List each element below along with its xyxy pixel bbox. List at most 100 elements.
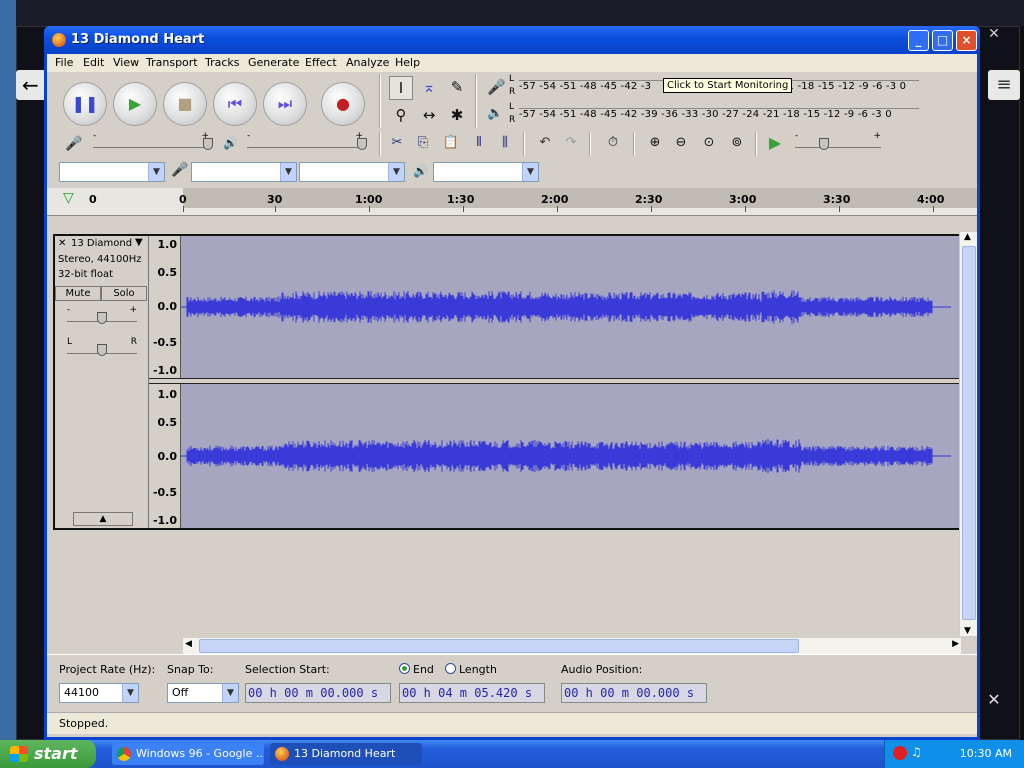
network-icon[interactable]: ♫	[911, 745, 922, 759]
skip-start-button[interactable]: ⏮	[213, 82, 257, 126]
background-close-icon-2[interactable]: ✕	[982, 690, 1006, 709]
record-icon: ●	[336, 94, 350, 113]
selection-start-field[interactable]: 00 h 00 m 00.000 s	[245, 683, 391, 703]
background-menu-icon[interactable]: ≡	[988, 70, 1020, 100]
collapse-track-button[interactable]: ▲	[73, 512, 133, 526]
close-button[interactable]: ×	[956, 30, 977, 51]
menu-help[interactable]: Help	[395, 56, 420, 69]
horizontal-scrollbar[interactable]: ◀ ▶	[183, 638, 961, 654]
input-volume-slider[interactable]: - +	[93, 131, 213, 150]
mute-button[interactable]: Mute	[55, 286, 101, 301]
cut-button[interactable]: ✂	[385, 132, 409, 154]
project-rate-select[interactable]: 44100 ▼	[59, 683, 139, 703]
slider-thumb[interactable]	[819, 138, 829, 150]
waveform-envelope	[186, 438, 933, 474]
redo-button[interactable]: ↷	[559, 132, 583, 154]
stop-button[interactable]: ■	[163, 82, 207, 126]
zoom-out-button[interactable]: ⊖	[669, 132, 693, 154]
paste-button[interactable]: 📋	[439, 132, 463, 154]
play-at-speed-button[interactable]: ▶	[763, 132, 787, 154]
track-name-menu[interactable]: 13 Diamond	[71, 238, 132, 249]
background-close-icon[interactable]: ✕	[982, 26, 1006, 44]
menu-edit[interactable]: Edit	[83, 56, 104, 69]
menu-tracks[interactable]: Tracks	[205, 56, 240, 69]
end-radio[interactable]: End	[399, 663, 434, 676]
output-volume-slider[interactable]: - +	[247, 131, 367, 150]
length-label: Length	[459, 663, 497, 676]
fit-selection-button[interactable]: ⊙	[697, 132, 721, 154]
track-gain-slider[interactable]: - +	[67, 305, 137, 324]
start-button[interactable]: start	[0, 740, 96, 768]
timeshift-tool[interactable]: ↔	[417, 104, 441, 128]
security-icon[interactable]	[893, 746, 907, 760]
maximize-button[interactable]: □	[932, 30, 953, 51]
snap-to-value: Off	[172, 686, 189, 699]
fit-project-button[interactable]: ⊚	[725, 132, 749, 154]
host-select[interactable]: ▼	[59, 162, 165, 182]
recording-channels-select[interactable]: ▼	[299, 162, 405, 182]
minimize-button[interactable]: _	[908, 30, 929, 51]
copy-button[interactable]: ⎘	[411, 132, 435, 154]
scroll-left-icon[interactable]: ◀	[185, 639, 192, 649]
record-button[interactable]: ●	[321, 82, 365, 126]
slider-thumb[interactable]	[203, 138, 213, 150]
zoom-tool[interactable]: ⚲	[389, 104, 413, 128]
trim-button[interactable]: ⫴	[467, 132, 491, 154]
waveform-right-channel[interactable]	[181, 384, 959, 528]
undo-button[interactable]: ↶	[533, 132, 557, 154]
playback-device-select[interactable]: ▼	[433, 162, 539, 182]
scroll-right-icon[interactable]: ▶	[952, 639, 959, 649]
vertical-scroll-thumb[interactable]	[962, 246, 976, 620]
slider-thumb[interactable]	[97, 344, 107, 356]
slider-thumb[interactable]	[97, 312, 107, 324]
background-back-button[interactable]: ←	[16, 70, 46, 100]
timeline-left-label: 0	[89, 193, 97, 206]
horizontal-scroll-thumb[interactable]	[199, 639, 799, 653]
track-menu-chevron-icon[interactable]: ▼	[135, 237, 143, 248]
multi-tool[interactable]: ✱	[445, 104, 469, 128]
selection-tool[interactable]: I	[389, 76, 413, 100]
track-close-icon[interactable]: ✕	[58, 238, 66, 249]
playback-meter[interactable]: 🔈 L R -57 -54 -51 -48 -45 -42 -39 -36 -3…	[487, 102, 927, 128]
taskbar-item-audacity[interactable]: 13 Diamond Heart	[270, 743, 422, 765]
copy-icon: ⎘	[417, 135, 429, 150]
selection-end-field[interactable]: 00 h 04 m 05.420 s	[399, 683, 545, 703]
slider-thumb[interactable]	[357, 138, 367, 150]
title-bar[interactable]: 13 Diamond Heart _ □ ×	[44, 26, 980, 54]
scroll-down-icon[interactable]: ▼	[964, 626, 971, 636]
scroll-up-icon[interactable]: ▲	[964, 232, 971, 242]
timeline-ruler[interactable]: ▽ 0 0 30 1:00 1:30 2:00 2:30 3:00 3:30 4…	[47, 188, 977, 216]
timeline-tick: 3:00	[729, 193, 757, 206]
zoom-in-button[interactable]: ⊕	[643, 132, 667, 154]
recording-device-select[interactable]: ▼	[191, 162, 297, 182]
play-button[interactable]: ▶	[113, 82, 157, 126]
pause-button[interactable]: ❚❚	[63, 82, 107, 126]
meter-l-label: L	[509, 102, 515, 112]
silence-button[interactable]: ⫼	[493, 132, 517, 154]
menu-file[interactable]: File	[55, 56, 73, 69]
pan-right-label: R	[130, 337, 137, 347]
length-radio[interactable]: Length	[445, 663, 497, 676]
vertical-scrollbar[interactable]: ▲ ▼	[959, 232, 977, 636]
sync-lock-button[interactable]: ⏱	[601, 132, 625, 154]
track-panel: ✕ 13 Diamond ▼ Stereo, 44100Hz 32-bit fl…	[53, 234, 961, 530]
taskbar-item-chrome[interactable]: Windows 96 - Google ...	[112, 743, 264, 765]
menu-transport[interactable]: Transport	[146, 56, 198, 69]
record-device-mic-icon: 🎤	[171, 162, 189, 178]
envelope-tool[interactable]: ⌅	[417, 76, 441, 100]
waveform-right-svg	[181, 438, 951, 474]
windows-logo-icon	[10, 746, 28, 762]
snap-to-select[interactable]: Off ▼	[167, 683, 239, 703]
track-pan-slider[interactable]: L R	[67, 337, 137, 356]
playhead-triangle-icon[interactable]: ▽	[63, 190, 83, 206]
play-speed-slider[interactable]: - +	[795, 131, 881, 150]
menu-generate[interactable]: Generate	[248, 56, 299, 69]
skip-end-button[interactable]: ⏭	[263, 82, 307, 126]
menu-analyze[interactable]: Analyze	[346, 56, 389, 69]
audio-position-field[interactable]: 00 h 00 m 00.000 s	[561, 683, 707, 703]
menu-effect[interactable]: Effect	[305, 56, 337, 69]
waveform-left-channel[interactable]	[181, 236, 959, 378]
solo-button[interactable]: Solo	[101, 286, 147, 301]
draw-tool[interactable]: ✎	[445, 76, 469, 100]
menu-view[interactable]: View	[113, 56, 139, 69]
